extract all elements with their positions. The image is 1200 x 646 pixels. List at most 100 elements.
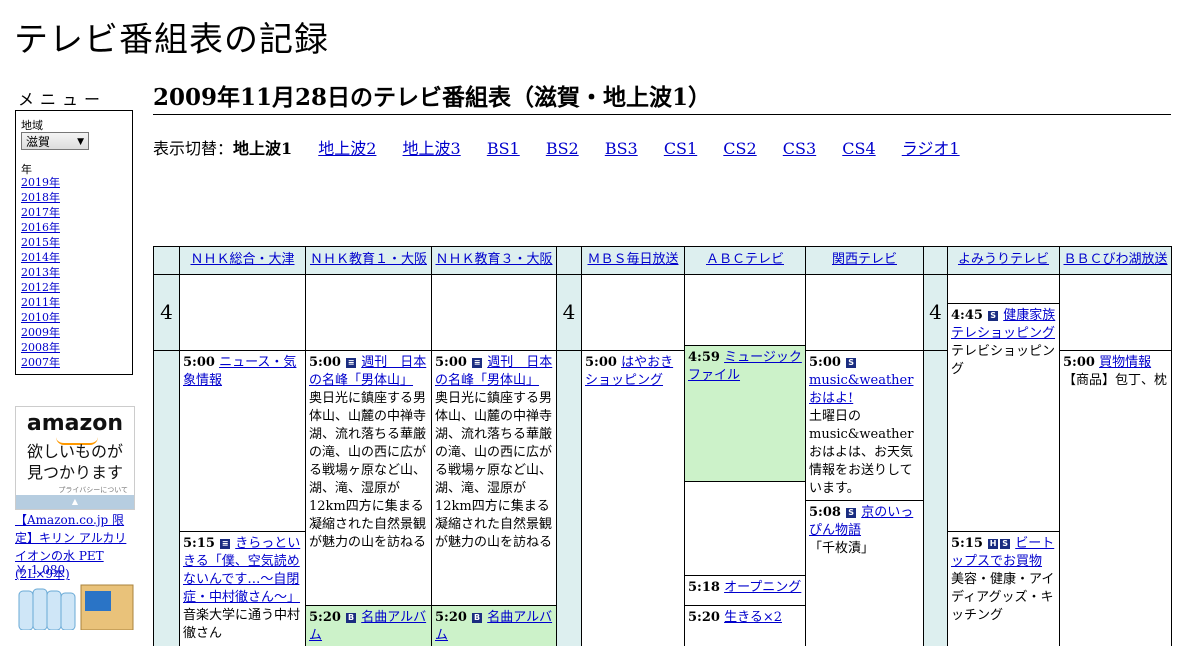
- program-cell: 5:20 B 名曲アルバム: [432, 606, 556, 646]
- year-link[interactable]: 2017年: [21, 206, 60, 219]
- switch-link[interactable]: CS4: [842, 139, 875, 158]
- time-column-header: [154, 246, 179, 275]
- time-column: 4: [923, 246, 947, 646]
- empty-slot: [1060, 275, 1171, 351]
- year-link[interactable]: 2011年: [21, 296, 60, 309]
- program-guide-icon: ≡: [472, 358, 483, 368]
- program-guide-icon: ≡: [346, 358, 357, 368]
- program-description: 音楽大学に通う中村徹さん: [183, 608, 301, 641]
- year-link[interactable]: 2014年: [21, 251, 60, 264]
- channel-column-abc: ＡＢＣテレビ 4:59 ミュージックファイル 5:18 オープニング 5:20 …: [684, 246, 805, 646]
- switch-link[interactable]: BS2: [546, 139, 579, 158]
- channel-header-link[interactable]: ＮＨＫ総合・大津: [190, 252, 294, 267]
- channel-column-bbc: ＢＢＣびわ湖放送 5:00 買物情報 【商品】包丁、枕: [1059, 246, 1171, 646]
- program-time: 5:00: [309, 355, 341, 370]
- program-time: 5:20: [688, 610, 720, 625]
- year-link[interactable]: 2013年: [21, 266, 60, 279]
- program-cell: 5:00 ≡ 週刊 日本の名峰「男体山」 奥日光に鎮座する男体山、山麓の中禅寺湖…: [306, 351, 431, 606]
- channel-header-link[interactable]: 関西テレビ: [832, 252, 897, 267]
- amazon-expand-bar[interactable]: ▲: [16, 495, 134, 509]
- program-description: テレビショッピング: [951, 344, 1056, 377]
- program-description: 「千枚漬」: [809, 541, 875, 556]
- program-title-link[interactable]: オープニング: [724, 580, 801, 595]
- switch-link[interactable]: 地上波2: [318, 139, 376, 158]
- empty-slot: [306, 275, 431, 351]
- year-link[interactable]: 2010年: [21, 311, 60, 324]
- chevron-up-icon: ▲: [71, 497, 79, 506]
- hour-label: 4: [924, 275, 947, 351]
- program-cell: 5:00 はやおきショッピング: [582, 351, 684, 646]
- year-link[interactable]: 2016年: [21, 221, 60, 234]
- year-link[interactable]: 2015年: [21, 236, 60, 249]
- switch-link[interactable]: BS1: [487, 139, 520, 158]
- year-link[interactable]: 2019年: [21, 176, 60, 189]
- channel-header-link[interactable]: ＭＢＳ毎日放送: [587, 252, 678, 267]
- program-cell: 5:00 買物情報 【商品】包丁、枕: [1060, 351, 1171, 646]
- menu-title: メニュー: [18, 90, 107, 109]
- switch-link[interactable]: BS3: [605, 139, 638, 158]
- program-cell: 5:15 ≡ きらっといきる「僕、空気読めないんです…～自閉症・中村徹さん～」 …: [180, 532, 305, 646]
- display-switch-bar: 表示切替：地上波1 地上波2 地上波3 BS1 BS2 BS3 CS1 CS2 …: [153, 135, 981, 159]
- empty-slot: [685, 275, 805, 346]
- year-link[interactable]: 2018年: [21, 191, 60, 204]
- switch-link[interactable]: 地上波3: [403, 139, 461, 158]
- region-label: 地域: [21, 119, 43, 132]
- program-cell: 5:00 S music&weatherおはよ! 土曜日のmusic&weath…: [806, 351, 923, 501]
- empty-slot: [948, 275, 1059, 304]
- broadcast-icon: B: [346, 613, 357, 623]
- switch-link[interactable]: CS2: [723, 139, 756, 158]
- empty-slot: [685, 482, 805, 576]
- program-description: 奥日光に鎮座する男体山、山麓の中禅寺湖、流れ落ちる華厳の滝、山の西に広がる戦場ヶ…: [309, 391, 427, 550]
- time-column: 4: [556, 246, 581, 646]
- channel-header-link[interactable]: ＢＢＣびわ湖放送: [1063, 252, 1167, 267]
- program-time: 5:00: [585, 355, 617, 370]
- stereo-icon: S: [988, 311, 999, 321]
- program-time: 5:15: [183, 536, 215, 551]
- program-title-link[interactable]: music&weatherおはよ!: [809, 373, 913, 406]
- region-select[interactable]: 滋賀 ▼: [21, 132, 89, 150]
- program-title-link[interactable]: 生きる×2: [724, 610, 782, 625]
- empty-slot: [180, 275, 305, 351]
- hour-label: 4: [557, 275, 581, 351]
- year-list: 2019年 2018年 2017年 2016年 2015年 2014年 2013…: [21, 175, 60, 370]
- program-cell: 4:45 S 健康家族テレショッピング テレビショッピング: [948, 304, 1059, 532]
- year-link[interactable]: 2012年: [21, 281, 60, 294]
- hour-label: 4: [154, 275, 179, 351]
- time-column-header: [557, 246, 581, 275]
- channel-header-link[interactable]: ＡＢＣテレビ: [706, 252, 784, 267]
- stereo-icon: S: [846, 508, 857, 518]
- program-time: 5:00: [183, 355, 215, 370]
- amazon-banner[interactable]: amazon 欲しいものが 見つかります プライバシーについて ▲: [15, 406, 135, 510]
- year-link[interactable]: 2009年: [21, 326, 60, 339]
- product-image[interactable]: [15, 583, 135, 630]
- amazon-privacy-link[interactable]: プライバシーについて: [58, 485, 128, 495]
- amazon-tagline: 欲しいものが 見つかります: [16, 441, 134, 483]
- program-time: 5:15: [951, 536, 983, 551]
- year-link[interactable]: 2008年: [21, 341, 60, 354]
- menu-box: 地域 滋賀 ▼ 年 2019年 2018年 2017年 2016年 2015年 …: [15, 110, 133, 375]
- switch-label: 表示切替：: [153, 139, 234, 158]
- program-description: 土曜日のmusic&weatherおはよは、お天気情報をお送りしています。: [809, 409, 914, 496]
- product-price: ￥ 1,080: [15, 563, 66, 577]
- chevron-down-icon: ▼: [77, 137, 84, 147]
- switch-link[interactable]: CS3: [783, 139, 816, 158]
- site-title: テレビ番組表の記録: [14, 20, 329, 60]
- year-link[interactable]: 2007年: [21, 356, 60, 369]
- time-column-header: [924, 246, 947, 275]
- broadcast-icon: B: [472, 613, 483, 623]
- program-cell: 5:18 オープニング: [685, 576, 805, 606]
- channel-header-link[interactable]: ＮＨＫ教育１・大阪: [310, 252, 427, 267]
- channel-header-link[interactable]: よみうりテレビ: [958, 252, 1049, 267]
- program-title-link[interactable]: 買物情報: [1099, 355, 1151, 370]
- program-time: 5:08: [809, 505, 841, 520]
- channel-column-nhk-g: ＮＨＫ総合・大津 5:00 ニュース・気象情報 5:15 ≡ きらっといきる「僕…: [179, 246, 305, 646]
- region-select-value: 滋賀: [26, 135, 51, 149]
- program-time: 4:59: [688, 350, 720, 365]
- program-cell: 5:20 B 名曲アルバム: [306, 606, 431, 646]
- schedule-grid: 4 ＮＨＫ総合・大津 5:00 ニュース・気象情報 5:15 ≡ きらっといきる…: [153, 246, 1172, 646]
- program-cell: 5:15 HS ビートップスでお買物 美容・健康・アイディアグッズ・キッチング: [948, 532, 1059, 646]
- switch-link[interactable]: ラジオ1: [902, 139, 960, 158]
- channel-header-link[interactable]: ＮＨＫ教育３・大阪: [435, 252, 552, 267]
- switch-link[interactable]: CS1: [664, 139, 697, 158]
- channel-column-mbs: ＭＢＳ毎日放送 5:00 はやおきショッピング: [581, 246, 684, 646]
